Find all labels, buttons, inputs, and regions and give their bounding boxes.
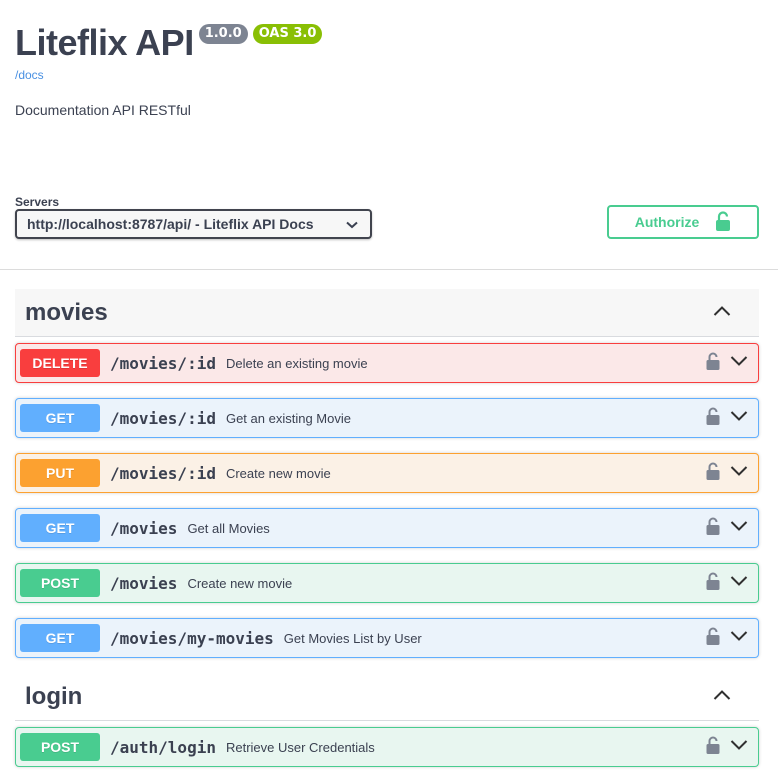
method-badge: POST: [20, 569, 100, 597]
operation-summary: Create new movie: [187, 575, 293, 591]
lock-icon[interactable]: [706, 517, 720, 540]
operation-path: /movies/:id: [110, 463, 216, 483]
operation-get[interactable]: GET/movies Get all Movies: [15, 508, 759, 548]
operation-path: /movies: [110, 518, 178, 538]
operation-put[interactable]: PUT/movies/:id Create new movie: [15, 453, 759, 493]
operation-path: /movies/:id: [110, 408, 216, 428]
operation-post[interactable]: POST/movies Create new movie: [15, 563, 759, 603]
api-description: Documentation API RESTful: [15, 102, 191, 118]
chevron-down-icon[interactable]: [730, 629, 748, 647]
chevron-down-icon[interactable]: [730, 738, 748, 756]
servers-selected-value: http://localhost:8787/api/ - Liteflix AP…: [27, 216, 314, 232]
servers-select[interactable]: http://localhost:8787/api/ - Liteflix AP…: [15, 209, 372, 239]
operation-post[interactable]: POST/auth/login Retrieve User Credentials: [15, 727, 759, 767]
lock-icon[interactable]: [706, 736, 720, 759]
servers-label: Servers: [15, 195, 60, 209]
operation-icons: [706, 352, 748, 375]
chevron-down-icon[interactable]: [730, 519, 748, 537]
chevron-up-icon[interactable]: [713, 688, 731, 706]
operation-icons: [706, 627, 748, 650]
operation-path: /movies/:id: [110, 353, 216, 373]
lock-icon[interactable]: [706, 572, 720, 595]
header-divider: [0, 269, 778, 270]
tag-header-login[interactable]: login: [15, 673, 759, 721]
operation-summary: Get Movies List by User: [283, 630, 422, 646]
operation-path: /movies/my-movies: [110, 628, 274, 648]
version-badge: 1.0.0: [198, 24, 248, 44]
lock-icon[interactable]: [706, 407, 720, 430]
operation-summary: Delete an existing movie: [225, 355, 368, 371]
operation-icons: [706, 736, 748, 759]
operation-get[interactable]: GET/movies/my-movies Get Movies List by U…: [15, 618, 759, 658]
oas-badge: OAS 3.0: [252, 24, 323, 44]
authorize-label: Authorize: [634, 214, 700, 230]
api-title: Liteflix API: [15, 22, 194, 63]
method-badge: GET: [20, 624, 100, 652]
operation-summary: Retrieve User Credentials: [225, 739, 375, 755]
chevron-down-icon[interactable]: [730, 354, 748, 372]
operation-path: /auth/login: [110, 737, 216, 757]
lock-icon[interactable]: [706, 627, 720, 650]
method-badge: POST: [20, 733, 100, 761]
lock-icon[interactable]: [706, 352, 720, 375]
title-row: Liteflix API 1.0.0 OAS 3.0: [15, 18, 323, 68]
operation-summary: Create new movie: [225, 465, 331, 481]
unlock-icon: [715, 210, 731, 234]
chevron-up-icon[interactable]: [713, 304, 731, 322]
method-badge: GET: [20, 404, 100, 432]
tag-header-movies[interactable]: movies: [15, 289, 759, 337]
method-badge: PUT: [20, 459, 100, 487]
operation-get[interactable]: GET/movies/:id Get an existing Movie: [15, 398, 759, 438]
chevron-down-icon[interactable]: [730, 409, 748, 427]
tag-name: movies: [25, 298, 108, 326]
operation-summary: Get an existing Movie: [225, 410, 351, 426]
operation-icons: [706, 517, 748, 540]
method-badge: DELETE: [20, 349, 100, 377]
operation-icons: [706, 572, 748, 595]
chevron-down-icon[interactable]: [730, 464, 748, 482]
chevron-down-icon: [346, 216, 358, 232]
api-info: Liteflix API 1.0.0 OAS 3.0 /docs Documen…: [15, 18, 323, 118]
method-badge: GET: [20, 514, 100, 542]
docs-link[interactable]: /docs: [15, 68, 322, 82]
authorize-button[interactable]: Authorize: [607, 205, 759, 239]
operation-summary: Get all Movies: [187, 520, 270, 536]
operation-icons: [706, 462, 748, 485]
operation-icons: [706, 407, 748, 430]
tag-name: login: [25, 682, 83, 710]
operation-path: /movies: [110, 573, 178, 593]
lock-icon[interactable]: [706, 462, 720, 485]
chevron-down-icon[interactable]: [730, 574, 748, 592]
operation-delete[interactable]: DELETE/movies/:id Delete an existing movi…: [15, 343, 759, 383]
